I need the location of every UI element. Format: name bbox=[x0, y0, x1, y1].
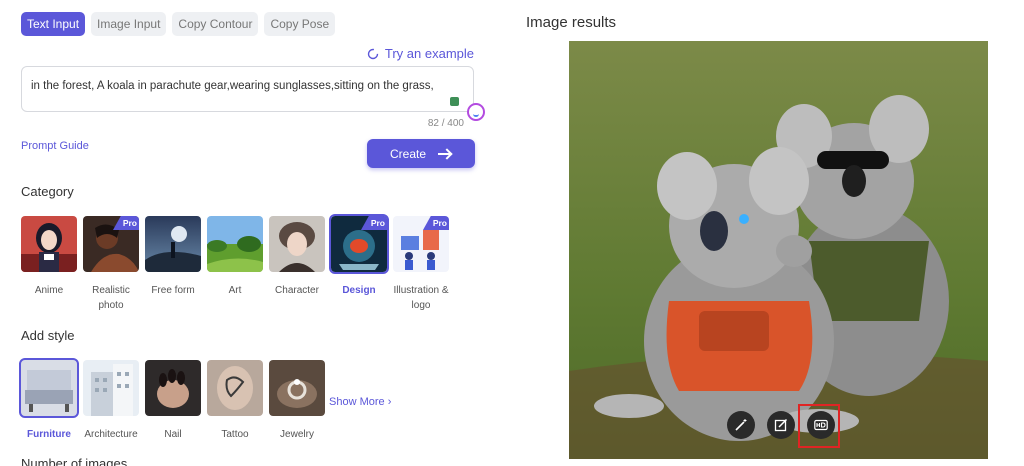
category-item-realistic-photo[interactable]: Pro Realistic photo bbox=[83, 216, 139, 313]
category-item-art[interactable]: Art bbox=[207, 216, 263, 313]
category-label: Illustration & logo bbox=[393, 285, 449, 311]
category-label: Anime bbox=[34, 285, 64, 296]
category-label: Character bbox=[275, 285, 319, 296]
edit-button[interactable] bbox=[767, 411, 795, 439]
tab-copy-contour[interactable]: Copy Contour bbox=[172, 12, 259, 36]
style-list: Furniture Architecture Nail Tattoo Jewel… bbox=[19, 358, 325, 442]
style-item-jewelry[interactable]: Jewelry bbox=[269, 360, 325, 442]
show-more-label: Show More bbox=[329, 396, 385, 408]
create-label: Create bbox=[389, 146, 427, 161]
style-item-tattoo[interactable]: Tattoo bbox=[207, 360, 263, 442]
category-label: Design bbox=[342, 285, 376, 296]
style-label: Furniture bbox=[27, 429, 71, 440]
prompt-text: in the forest, A koala in parachute gear… bbox=[31, 80, 434, 92]
refresh-icon bbox=[367, 48, 379, 59]
hd-highlight-box bbox=[798, 404, 840, 448]
realistic-photo-thumbnail: Pro bbox=[83, 216, 139, 272]
assistant-icon[interactable] bbox=[467, 103, 485, 121]
prompt-guide-link[interactable]: Prompt Guide bbox=[21, 140, 89, 152]
result-image[interactable] bbox=[569, 41, 988, 459]
style-item-nail[interactable]: Nail bbox=[145, 360, 201, 442]
category-item-character[interactable]: Character bbox=[269, 216, 325, 313]
tab-image-input[interactable]: Image Input bbox=[91, 12, 167, 36]
category-title: Category bbox=[21, 184, 74, 199]
input-panel: Text Input Image Input Copy Contour Copy… bbox=[0, 0, 500, 466]
try-example-label: Try an example bbox=[384, 46, 474, 61]
prompt-textarea[interactable]: in the forest, A koala in parachute gear… bbox=[21, 66, 474, 112]
tab-text-input[interactable]: Text Input bbox=[21, 12, 86, 36]
edit-icon bbox=[774, 418, 788, 432]
anime-thumbnail bbox=[21, 216, 77, 272]
add-style-title: Add style bbox=[21, 328, 75, 343]
results-panel: Image results bbox=[500, 0, 1024, 466]
char-counter: 82 / 400 bbox=[427, 118, 464, 129]
style-label: Tattoo bbox=[221, 429, 249, 440]
style-label: Architecture bbox=[84, 429, 138, 440]
show-more-link[interactable]: Show More › bbox=[329, 396, 391, 408]
category-label: Free form bbox=[151, 285, 195, 296]
magic-wand-button[interactable] bbox=[727, 411, 755, 439]
art-thumbnail bbox=[207, 216, 263, 272]
grammarly-icon[interactable] bbox=[450, 97, 459, 106]
category-item-design[interactable]: Pro Design bbox=[329, 214, 389, 313]
tattoo-thumbnail bbox=[207, 360, 263, 416]
chevron-right-icon: › bbox=[387, 396, 392, 408]
create-button[interactable]: Create bbox=[367, 139, 475, 168]
free-form-thumbnail bbox=[145, 216, 201, 272]
arrow-right-icon bbox=[438, 149, 452, 159]
tab-copy-pose[interactable]: Copy Pose bbox=[264, 12, 336, 36]
character-thumbnail bbox=[269, 216, 325, 272]
nail-thumbnail bbox=[145, 360, 201, 416]
style-item-furniture[interactable]: Furniture bbox=[19, 358, 79, 442]
design-thumbnail: Pro bbox=[329, 214, 389, 274]
illustration-logo-thumbnail: Pro bbox=[393, 216, 449, 272]
style-label: Nail bbox=[164, 429, 182, 440]
category-item-free-form[interactable]: Free form bbox=[145, 216, 201, 313]
category-item-anime[interactable]: Anime bbox=[21, 216, 77, 313]
number-of-images-title: Number of images bbox=[21, 456, 128, 466]
furniture-thumbnail bbox=[19, 358, 79, 418]
architecture-thumbnail bbox=[83, 360, 139, 416]
magic-wand-icon bbox=[735, 419, 747, 431]
category-label: Realistic photo bbox=[92, 285, 130, 311]
results-title: Image results bbox=[526, 14, 617, 31]
category-list: Anime Pro Realistic photo Free form Art bbox=[21, 214, 449, 313]
category-label: Art bbox=[228, 285, 242, 296]
jewelry-thumbnail bbox=[269, 360, 325, 416]
style-label: Jewelry bbox=[280, 429, 314, 440]
input-mode-tabs: Text Input Image Input Copy Contour Copy… bbox=[21, 12, 336, 36]
try-example-link[interactable]: Try an example bbox=[367, 46, 474, 61]
category-item-illustration-logo[interactable]: Pro Illustration & logo bbox=[393, 216, 449, 313]
style-item-architecture[interactable]: Architecture bbox=[83, 360, 139, 442]
